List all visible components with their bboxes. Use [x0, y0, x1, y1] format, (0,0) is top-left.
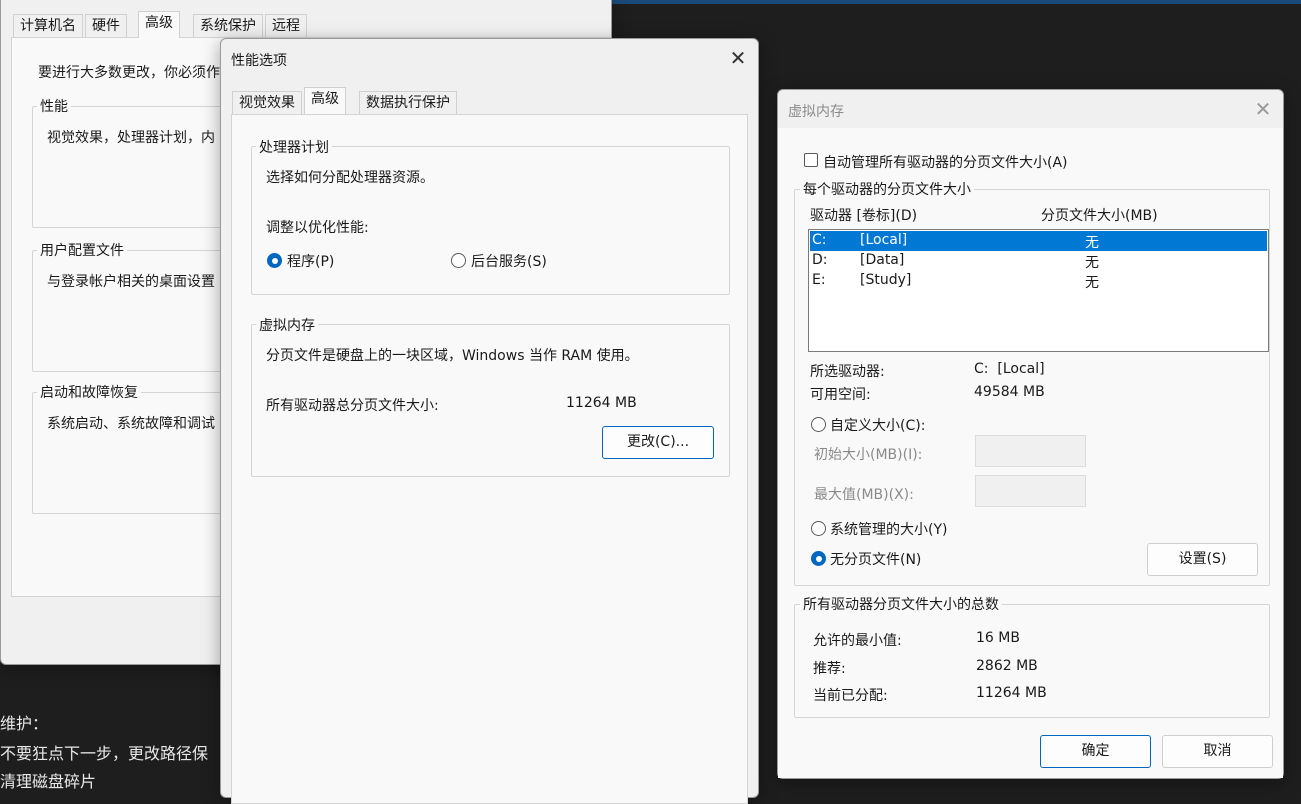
cancel-button[interactable]: 取消 — [1162, 735, 1273, 768]
drive-label: [Local] — [860, 232, 908, 248]
drive-letter: C: — [812, 232, 827, 248]
tab-dep[interactable]: 数据执行保护 — [359, 91, 457, 115]
system-managed-radio[interactable] — [811, 521, 826, 536]
startup-recovery-desc: 系统启动、系统故障和调试 — [47, 416, 215, 432]
virtual-memory-dialog: 虚拟内存 ✕ 自动管理所有驱动器的分页文件大小(A) 每个驱动器的分页文件大小 … — [777, 89, 1284, 779]
performance-options-window: 性能选项 ✕ 视觉效果 高级 数据执行保护 处理器计划 选择如何分配处理器资源。… — [220, 38, 759, 804]
drive-paging-size: 无 — [1085, 235, 1099, 251]
auto-manage-checkbox[interactable] — [804, 153, 818, 167]
drive-letter: D: — [812, 252, 828, 268]
background-text-line: 清理磁盘碎片 — [0, 772, 97, 791]
user-profiles-group-title: 用户配置文件 — [37, 240, 127, 260]
no-paging-file-radio[interactable] — [811, 551, 826, 566]
recommended-label: 推荐: — [813, 661, 846, 677]
ok-button[interactable]: 确定 — [1040, 735, 1151, 768]
drive-paging-size: 无 — [1085, 255, 1099, 271]
system-managed-label[interactable]: 系统管理的大小(Y) — [830, 519, 947, 539]
tab-visual-effects[interactable]: 视觉效果 — [232, 91, 302, 115]
desktop-top-strip — [612, 0, 1301, 4]
drive-letter: E: — [812, 272, 826, 288]
current-allocated-value: 11264 MB — [976, 685, 1047, 701]
selected-drive-value: C: [Local] — [974, 361, 1045, 377]
virtual-memory-desc: 分页文件是硬盘上的一块区域，Windows 当作 RAM 使用。 — [266, 348, 639, 364]
performance-desc: 视觉效果，处理器计划，内 — [47, 130, 215, 146]
initial-size-label: 初始大小(MB)(I): — [814, 447, 923, 463]
tab-computer-name[interactable]: 计算机名 — [13, 14, 83, 38]
programs-radio[interactable] — [267, 253, 282, 268]
programs-label[interactable]: 程序(P) — [287, 251, 334, 271]
current-allocated-label: 当前已分配: — [813, 688, 888, 704]
user-profiles-desc: 与登录帐户相关的桌面设置 — [47, 274, 215, 290]
total-paging-label: 所有驱动器总分页文件大小: — [266, 398, 439, 414]
recommended-value: 2862 MB — [976, 658, 1038, 674]
drive-list[interactable]: C: [Local] 无 D: [Data] 无 E: [Study] 无 — [808, 229, 1269, 352]
size-column-header: 分页文件大小(MB) — [1041, 208, 1158, 224]
startup-recovery-group-title: 启动和故障恢复 — [37, 382, 141, 402]
close-icon[interactable]: ✕ — [1253, 99, 1273, 119]
drive-paging-size: 无 — [1085, 275, 1099, 291]
max-size-input[interactable] — [975, 475, 1086, 507]
background-text-line: 不要狂点下一步，更改路径保 — [0, 744, 209, 763]
totals-group-title: 所有驱动器分页文件大小的总数 — [800, 594, 1002, 614]
cpu-scheduling-desc: 选择如何分配处理器资源。 — [266, 170, 434, 186]
free-space-value: 49584 MB — [974, 384, 1045, 400]
custom-size-label[interactable]: 自定义大小(C): — [830, 415, 925, 435]
set-button[interactable]: 设置(S) — [1147, 543, 1258, 576]
auto-manage-label[interactable]: 自动管理所有驱动器的分页文件大小(A) — [823, 152, 1068, 172]
adjust-label: 调整以优化性能: — [266, 220, 369, 236]
intro-text: 要进行大多数更改，你必须作 — [38, 65, 220, 81]
performance-group-title: 性能 — [37, 96, 71, 116]
drive-column-header: 驱动器 [卷标](D) — [810, 208, 918, 224]
custom-size-radio[interactable] — [811, 417, 826, 432]
drive-row-c[interactable]: C: [Local] 无 — [810, 231, 1267, 251]
virtual-memory-title: 虚拟内存 — [256, 315, 318, 335]
drive-label: [Data] — [860, 252, 905, 268]
min-allowed-label: 允许的最小值: — [813, 633, 902, 649]
free-space-label: 可用空间: — [810, 387, 871, 403]
tab-remote[interactable]: 远程 — [265, 14, 307, 38]
per-drive-group-title: 每个驱动器的分页文件大小 — [800, 179, 974, 199]
no-paging-file-label[interactable]: 无分页文件(N) — [830, 549, 921, 569]
total-paging-value: 11264 MB — [566, 395, 637, 411]
min-allowed-value: 16 MB — [976, 630, 1020, 646]
close-icon[interactable]: ✕ — [728, 48, 748, 68]
dialog-title: 虚拟内存 — [788, 104, 844, 120]
drive-label: [Study] — [860, 272, 912, 288]
tab-hardware[interactable]: 硬件 — [85, 14, 127, 38]
background-services-radio[interactable] — [451, 253, 466, 268]
change-button[interactable]: 更改(C)... — [602, 426, 714, 459]
drive-row-d[interactable]: D: [Data] 无 — [810, 251, 1267, 271]
background-text-line: 维护： — [0, 714, 49, 733]
tab-advanced[interactable]: 高级 — [138, 11, 180, 38]
tab-advanced[interactable]: 高级 — [304, 87, 346, 114]
drive-row-e[interactable]: E: [Study] 无 — [810, 271, 1267, 291]
background-services-label[interactable]: 后台服务(S) — [471, 251, 547, 271]
selected-drive-label: 所选驱动器: — [810, 364, 885, 380]
tab-system-protection[interactable]: 系统保护 — [193, 14, 263, 38]
initial-size-input[interactable] — [975, 435, 1086, 467]
window-title: 性能选项 — [231, 53, 287, 69]
cpu-scheduling-title: 处理器计划 — [256, 137, 332, 157]
max-size-label: 最大值(MB)(X): — [814, 487, 914, 503]
